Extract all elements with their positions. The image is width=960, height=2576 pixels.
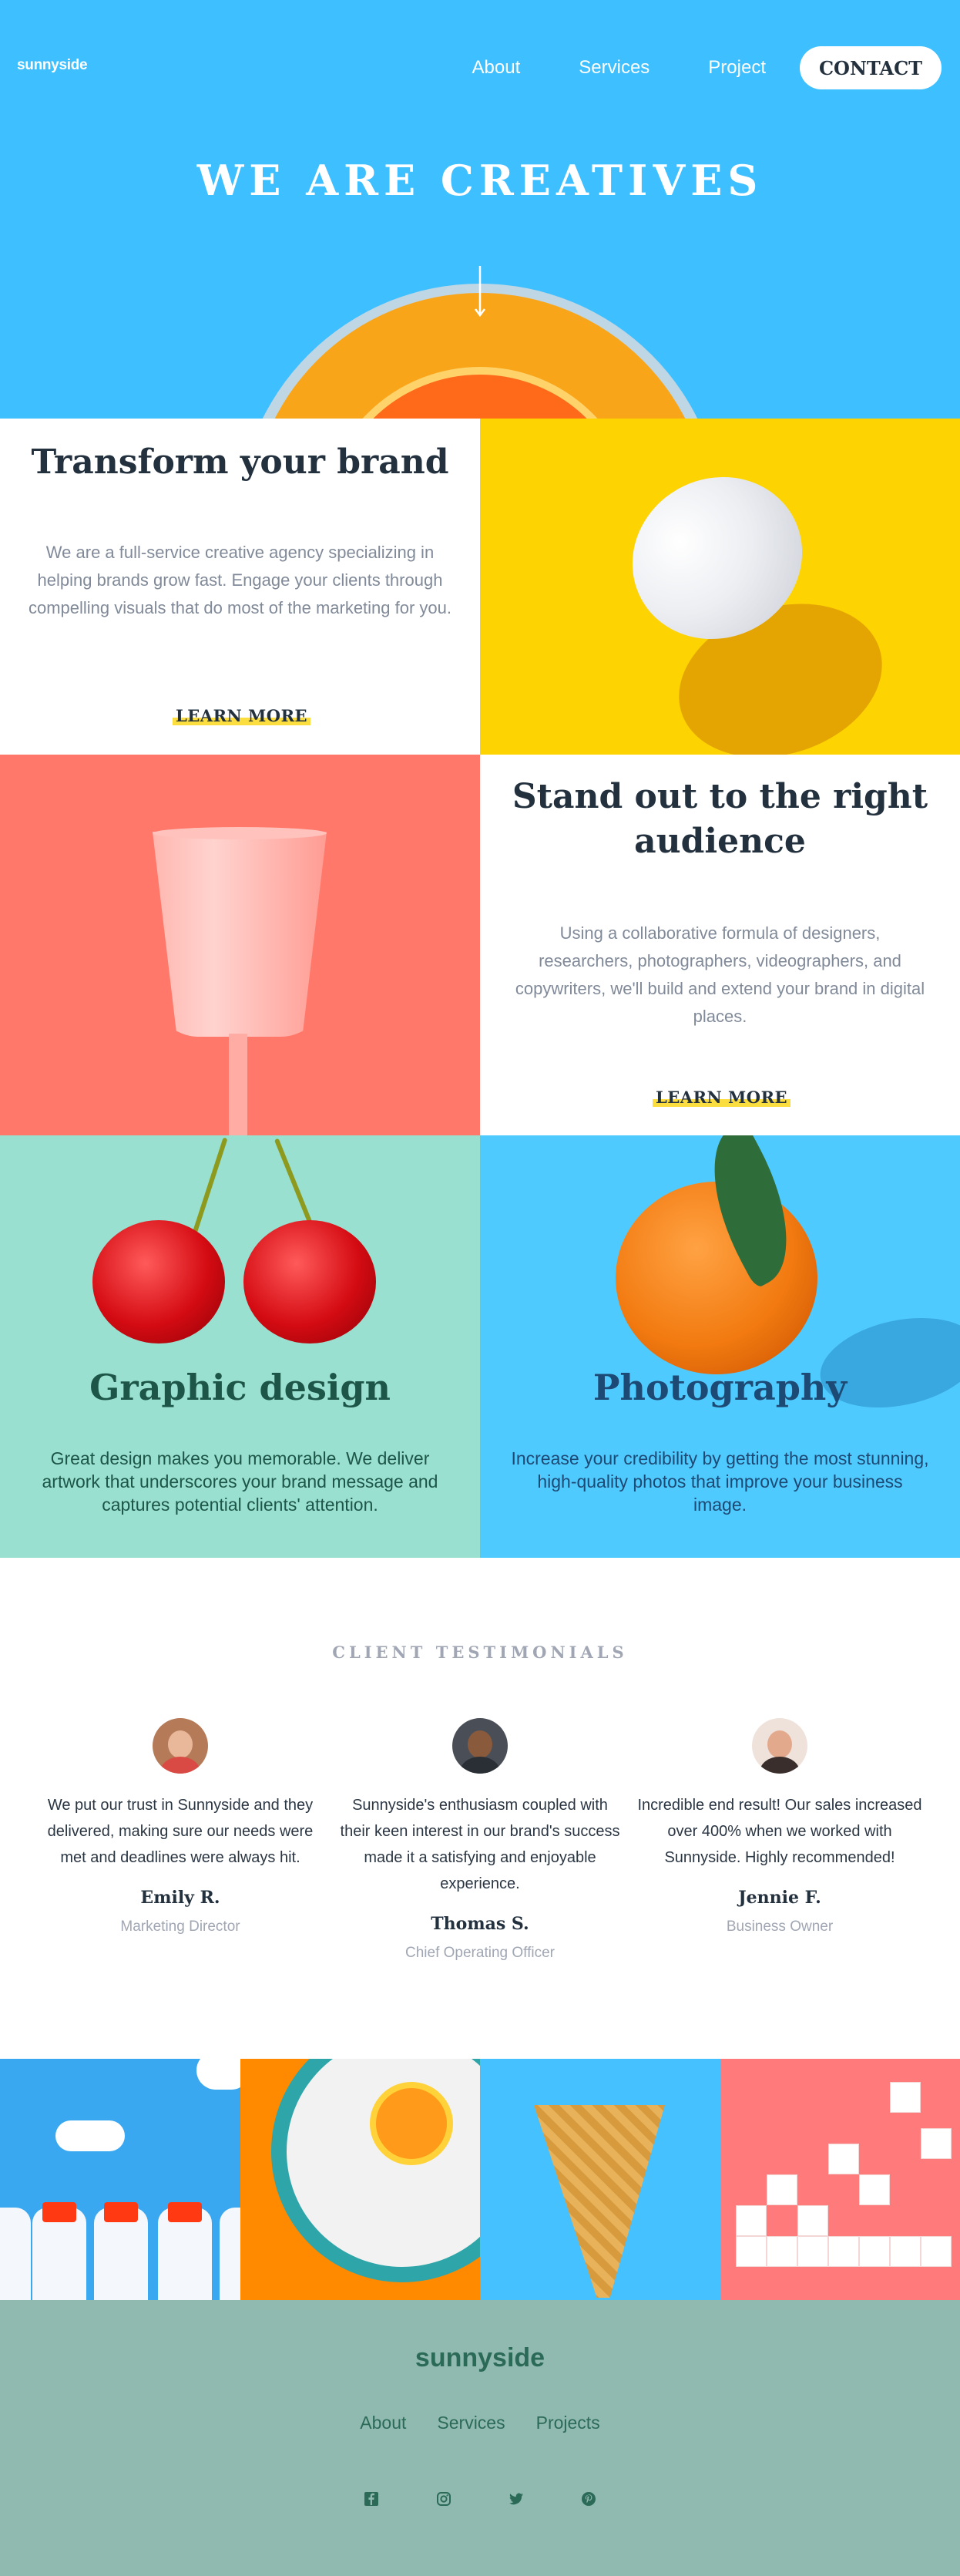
gallery-milk-bottles-image <box>0 2059 240 2300</box>
bottle-cap-shape <box>42 2202 76 2222</box>
feature-text-transform: Transform your brand We are a full-servi… <box>0 419 480 755</box>
avatar-body <box>760 1757 800 1774</box>
footer-nav-about[interactable]: About <box>360 2413 406 2433</box>
hero-section: sunnyside About Services Project CONTACT… <box>0 0 960 419</box>
nav-about[interactable]: About <box>472 57 521 79</box>
sugar-cube <box>858 2236 890 2267</box>
avatar-face <box>168 1730 193 1758</box>
sugar-cube <box>920 2236 952 2267</box>
feature-title: Transform your brand <box>31 442 449 482</box>
main-nav: About Services Project CONTACT <box>472 46 942 89</box>
gallery <box>0 2059 960 2300</box>
sugar-cube <box>827 2236 859 2267</box>
testimonial-card: Sunnyside's enthusiasm coupled with thei… <box>337 1718 623 1962</box>
footer: sunnyside About Services Projects <box>0 2300 960 2576</box>
avatar <box>752 1718 807 1774</box>
sugar-cube <box>766 2174 797 2205</box>
glass-rim-shape <box>153 827 327 839</box>
learn-more-link[interactable]: LEARN MORE <box>173 706 311 725</box>
sugar-cube <box>735 2205 767 2236</box>
feature-text: Using a collaborative formula of designe… <box>515 923 925 1026</box>
glass-image <box>0 755 480 1135</box>
cloud-shape <box>196 2059 240 2090</box>
testimonial-quote: We put our trust in Sunnyside and they d… <box>47 1797 314 1866</box>
testimonial-name: Thomas S. <box>431 1914 529 1934</box>
learn-more-link[interactable]: LEARN MORE <box>653 1088 791 1107</box>
feature-text-standout: Stand out to the right audience Using a … <box>480 755 960 1135</box>
sugar-cube <box>827 2144 859 2174</box>
nav-project[interactable]: Project <box>708 57 766 79</box>
bottle-cap-shape <box>168 2202 202 2222</box>
gallery-orange-plate-image <box>240 2059 480 2300</box>
cone-shape <box>534 2105 665 2298</box>
avatar-face <box>767 1730 792 1758</box>
sugar-cube <box>858 2174 890 2205</box>
service-graphic-design: Graphic design Great design makes you me… <box>0 1135 480 1558</box>
avatar-face <box>468 1730 492 1758</box>
testimonial-quote: Incredible end result! Our sales increas… <box>637 1797 922 1866</box>
service-photography: Photography Increase your credibility by… <box>480 1135 960 1558</box>
footer-nav-services[interactable]: Services <box>437 2413 505 2433</box>
gallery-ice-cream-cone-image <box>480 2059 720 2300</box>
sugar-cube <box>920 2128 952 2159</box>
sugar-cube <box>889 2082 921 2113</box>
sugar-cube <box>889 2236 921 2267</box>
testimonial-role: Marketing Director <box>120 1919 240 1935</box>
bottle-shape <box>0 2208 31 2300</box>
service-text: Increase your credibility by getting the… <box>511 1448 929 1515</box>
avatar <box>452 1718 508 1774</box>
service-title: Graphic design <box>89 1367 391 1408</box>
avatar-body <box>160 1757 200 1774</box>
testimonial-role: Chief Operating Officer <box>405 1945 555 1961</box>
feature-row-2: Stand out to the right audience Using a … <box>0 755 960 1135</box>
testimonial-card: We put our trust in Sunnyside and they d… <box>37 1718 324 1935</box>
sugar-cube <box>735 2236 767 2267</box>
testimonials-heading: CLIENT TESTIMONIALS <box>332 1643 628 1662</box>
social-links <box>0 2491 960 2508</box>
egg-image <box>480 419 960 755</box>
facebook-icon[interactable] <box>363 2491 380 2508</box>
cherry-stem <box>274 1138 317 1233</box>
gallery-sugar-cubes-image <box>720 2059 960 2300</box>
footer-logo[interactable]: sunnyside <box>0 2343 960 2373</box>
bottle-shape <box>220 2208 240 2300</box>
avatar-body <box>460 1757 500 1774</box>
logo[interactable]: sunnyside <box>17 57 88 74</box>
glass-cup-shape <box>153 832 327 1037</box>
footer-nav: About Services Projects <box>0 2413 960 2433</box>
orange-slice-shape <box>321 367 639 419</box>
bottle-cap-shape <box>104 2202 138 2222</box>
instagram-icon[interactable] <box>435 2491 452 2508</box>
feature-row-1: Transform your brand We are a full-servi… <box>0 419 960 755</box>
glass-stem-shape <box>229 1034 247 1135</box>
feature-title: Stand out to the right audience <box>512 777 928 861</box>
cherry-shape <box>92 1220 225 1343</box>
service-text: Great design makes you memorable. We del… <box>42 1448 438 1515</box>
testimonial-card: Incredible end result! Our sales increas… <box>636 1718 923 1935</box>
testimonial-role: Business Owner <box>726 1919 834 1935</box>
sugar-cube <box>797 2205 828 2236</box>
testimonial-quote: Sunnyside's enthusiasm coupled with thei… <box>340 1797 620 1892</box>
pinterest-icon[interactable] <box>580 2491 597 2508</box>
avatar <box>153 1718 208 1774</box>
cherry-shape <box>243 1220 376 1343</box>
feature-text: We are a full-service creative agency sp… <box>28 543 452 617</box>
sugar-cube <box>797 2236 828 2267</box>
testimonial-name: Jennie F. <box>738 1888 821 1908</box>
citrus-slice-shape <box>369 2082 453 2165</box>
cloud-shape <box>55 2120 125 2151</box>
service-title: Photography <box>592 1367 848 1408</box>
sugar-cube <box>766 2236 797 2267</box>
orange-fruit-shape <box>616 1182 817 1374</box>
hero-title: WE ARE CREATIVES <box>196 156 764 205</box>
twitter-icon[interactable] <box>508 2491 525 2508</box>
services-row: Graphic design Great design makes you me… <box>0 1135 960 1558</box>
testimonials-section: CLIENT TESTIMONIALS We put our trust in … <box>0 1558 960 2059</box>
cherry-stem <box>190 1137 228 1242</box>
contact-button[interactable]: CONTACT <box>800 46 942 89</box>
testimonial-name: Emily R. <box>140 1888 220 1908</box>
nav-services[interactable]: Services <box>579 57 650 79</box>
footer-nav-projects[interactable]: Projects <box>536 2413 600 2433</box>
arrow-down-icon[interactable] <box>475 266 485 317</box>
